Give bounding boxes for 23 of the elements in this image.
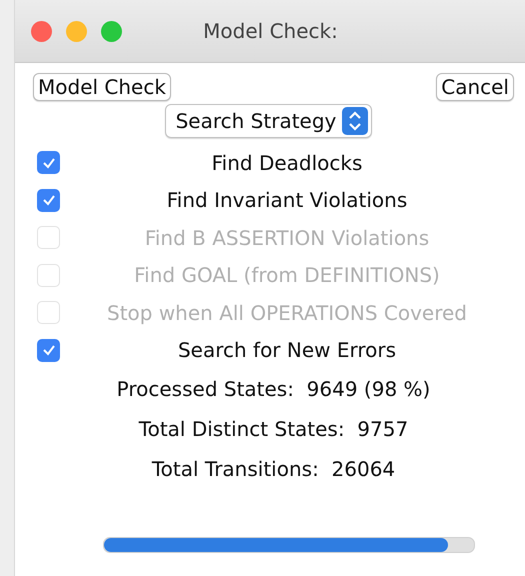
option-label: Find B ASSERTION Violations [144,226,430,250]
minimize-icon[interactable] [66,20,87,42]
strategy-dropdown[interactable]: Search Strategy [164,104,372,138]
maximize-icon[interactable] [101,20,122,42]
stat-text: Processed States: 9649 (98 %) [116,376,432,403]
stat-text: Total Transitions: 26064 [150,456,396,483]
model-check-button[interactable]: Model Check [33,73,171,101]
window-title: Model Check: [203,19,338,43]
option-label: Find Invariant Violations [166,188,408,212]
checkbox[interactable] [37,188,60,212]
option-label: Search for New Errors [176,338,398,362]
checkbox[interactable] [37,338,60,362]
checkbox[interactable] [37,151,60,174]
option-label: Find Deadlocks [210,150,364,175]
option-label: Stop when All OPERATIONS Covered [106,300,468,325]
stat-text: Total Distinct States: 9757 [138,416,410,443]
checkmark-icon [42,343,56,358]
close-icon[interactable] [31,20,52,42]
stepper-icon [342,107,368,135]
option-label: Find GOAL (from DEFINITIONS) [133,263,441,288]
cancel-button[interactable]: Cancel [436,73,514,101]
checkmark-icon [42,193,56,208]
checkmark-icon [42,156,56,170]
